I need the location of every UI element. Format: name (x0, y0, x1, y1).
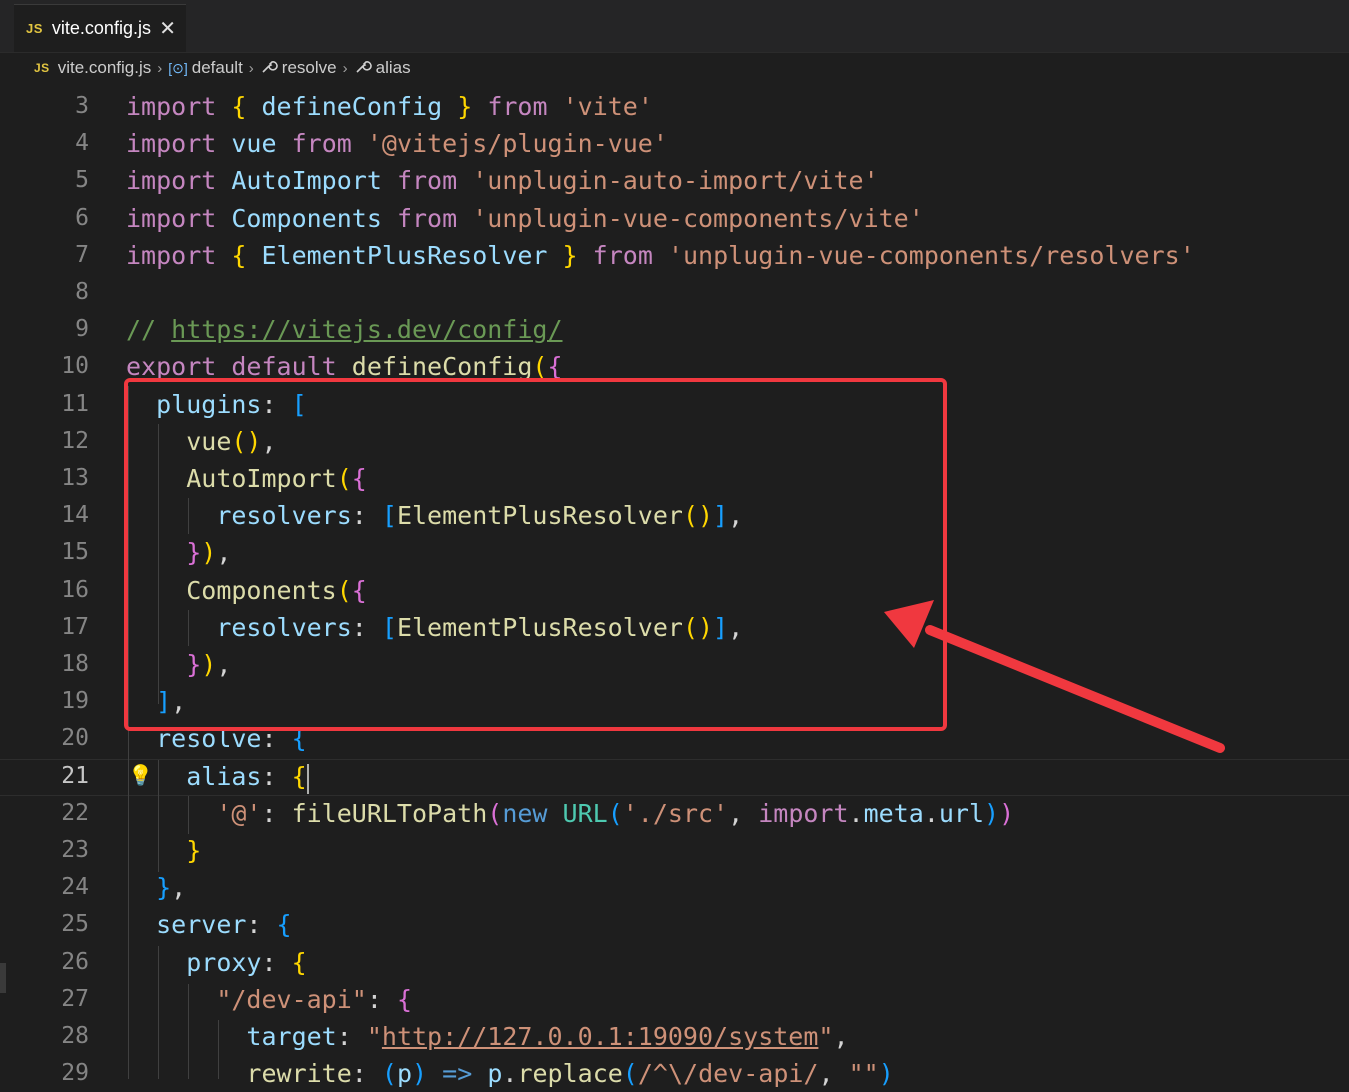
annotation-arrow (884, 600, 1225, 753)
scrollbar-marker (0, 963, 6, 993)
